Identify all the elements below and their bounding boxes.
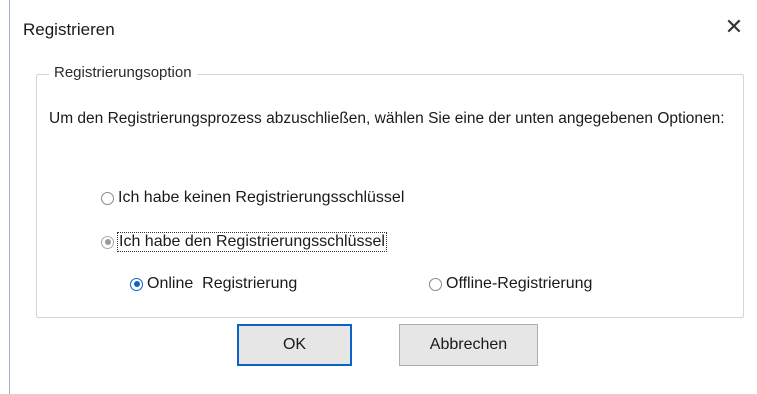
radio-online-label: Online Registrierung <box>147 275 298 292</box>
radio-online-registration[interactable]: Online Registrierung <box>130 275 297 293</box>
instruction-text: Um den Registrierungsprozess abzuschließ… <box>49 110 725 127</box>
group-legend: Registrierungsoption <box>49 64 197 81</box>
radio-offline-registration[interactable]: Offline-Registrierung <box>429 275 592 293</box>
radio-no-key-label: Ich habe keinen Registrierungsschlüssel <box>118 189 405 206</box>
radio-no-key[interactable]: Ich habe keinen Registrierungsschlüssel <box>101 189 404 207</box>
close-icon[interactable]: ✕ <box>724 16 744 38</box>
registration-option-group: Registrierungsoption Um den Registrierun… <box>36 64 744 318</box>
radio-icon[interactable] <box>101 235 114 249</box>
radio-have-key-label: Ich habe den Registrierungsschlüssel <box>117 232 387 252</box>
ok-button[interactable]: OK <box>237 324 352 366</box>
cancel-button[interactable]: Abbrechen <box>399 324 538 366</box>
registration-dialog: Registrieren ✕ Registrierungsoption Um d… <box>9 0 757 394</box>
radio-offline-label: Offline-Registrierung <box>446 275 593 292</box>
radio-icon[interactable] <box>130 277 143 291</box>
dialog-title: Registrieren <box>23 20 115 39</box>
radio-icon[interactable] <box>429 277 442 291</box>
radio-have-key[interactable]: Ich habe den Registrierungsschlüssel <box>101 232 387 252</box>
radio-icon[interactable] <box>101 191 114 205</box>
